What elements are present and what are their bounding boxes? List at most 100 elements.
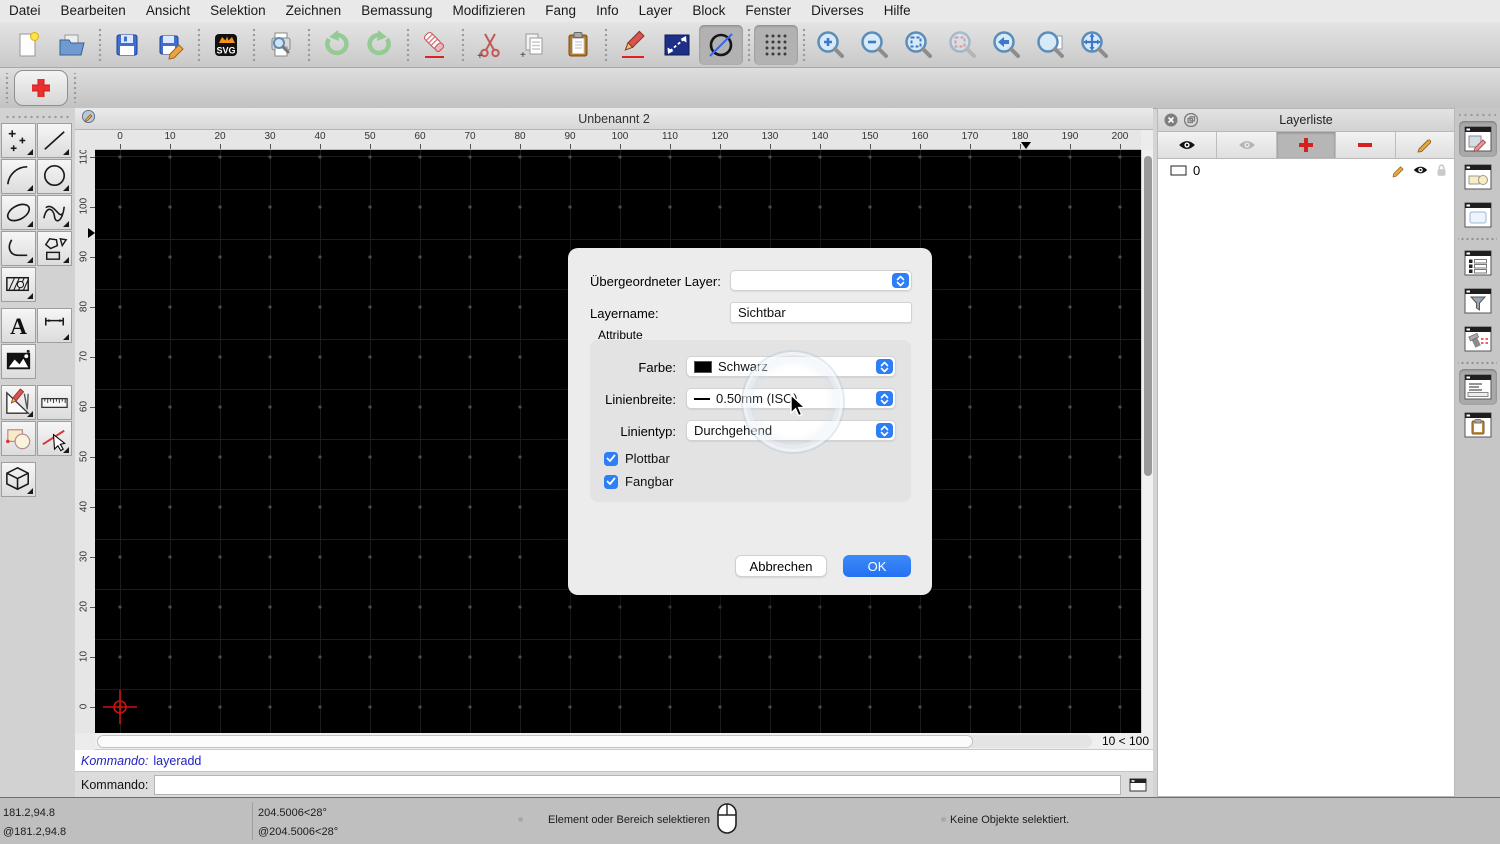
panel-detach-button[interactable] xyxy=(1184,113,1198,127)
menu-fenster[interactable]: Fenster xyxy=(735,0,801,22)
cancel-button[interactable]: Abbrechen xyxy=(735,555,827,577)
menu-hilfe[interactable]: Hilfe xyxy=(874,0,921,22)
hide-all-layers-button[interactable] xyxy=(1217,132,1277,158)
v-ruler-label: 30 xyxy=(78,550,90,563)
open-file-button[interactable] xyxy=(50,25,94,65)
save-as-icon xyxy=(159,35,184,60)
layer-row[interactable]: 0 xyxy=(1158,159,1454,181)
plottable-checkbox[interactable] xyxy=(604,451,618,466)
solid-tool-icon xyxy=(6,466,29,491)
add-layer-button[interactable] xyxy=(1276,132,1337,158)
ellipse-tool-button[interactable] xyxy=(1,195,36,230)
spline-tool-button[interactable] xyxy=(37,195,72,230)
zoom-window-button[interactable] xyxy=(1029,25,1073,65)
menu-diverses[interactable]: Diverses xyxy=(801,0,874,22)
parent-layer-dropdown[interactable] xyxy=(730,270,912,291)
menu-selektion[interactable]: Selektion xyxy=(200,0,276,22)
modify-tool-button[interactable] xyxy=(1,421,36,456)
vertical-scrollbar-thumb[interactable] xyxy=(1144,156,1152,476)
draw-tools-tool-button[interactable] xyxy=(1,385,36,420)
flashlight-panel-toggle[interactable] xyxy=(1459,321,1497,357)
menu-modifizieren[interactable]: Modifizieren xyxy=(443,0,536,22)
toolbar-drag-handle[interactable] xyxy=(71,73,79,103)
menu-block[interactable]: Block xyxy=(682,0,735,22)
snappable-checkbox-row[interactable]: Fangbar xyxy=(604,474,673,489)
command-line-panel-toggle[interactable] xyxy=(1458,369,1497,405)
clipboard-panel-toggle[interactable] xyxy=(1459,407,1497,443)
layer-lock-icon[interactable] xyxy=(1435,163,1448,177)
horizontal-scrollbar-track[interactable] xyxy=(97,734,1092,748)
arc-tool-button[interactable] xyxy=(1,159,36,194)
previous-view-button[interactable] xyxy=(985,25,1029,65)
save-button[interactable] xyxy=(105,25,149,65)
solid-tool-button[interactable] xyxy=(1,462,36,497)
new-file-button[interactable] xyxy=(6,25,50,65)
menu-datei[interactable]: Datei xyxy=(0,0,51,22)
layer-name-field[interactable]: Sichtbar xyxy=(730,302,912,323)
menu-ansicht[interactable]: Ansicht xyxy=(136,0,200,22)
snap-tool-button[interactable] xyxy=(37,421,72,456)
show-all-layers-button[interactable] xyxy=(1158,132,1218,158)
hatch-tool-button[interactable] xyxy=(1,267,36,302)
command-input[interactable] xyxy=(154,774,1121,795)
measure-distance-button[interactable] xyxy=(655,25,699,65)
copy-button[interactable]: + xyxy=(512,25,556,65)
layer-list-panel-toggle[interactable] xyxy=(1458,121,1497,157)
menu-info[interactable]: Info xyxy=(586,0,629,22)
menu-bearbeiten[interactable]: Bearbeiten xyxy=(51,0,136,22)
selection-status: Keine Objekte selektiert. xyxy=(950,814,1070,826)
redo-button[interactable] xyxy=(358,25,402,65)
print-preview-button[interactable] xyxy=(259,25,303,65)
svg-export-button[interactable]: SVG xyxy=(204,25,248,65)
document-title-bar[interactable]: Unbenannt 2 xyxy=(75,108,1153,130)
property-editor-panel-toggle[interactable] xyxy=(1459,245,1497,281)
snappable-checkbox[interactable] xyxy=(604,474,618,489)
image-tool-button[interactable] xyxy=(1,344,36,379)
text-tool-button[interactable]: A xyxy=(1,308,36,343)
polyline-tool-button[interactable] xyxy=(1,231,36,266)
panel-close-button[interactable] xyxy=(1164,113,1178,127)
restrict-angle-button[interactable] xyxy=(699,24,743,65)
zoom-out-icon xyxy=(861,30,888,58)
undo-button[interactable] xyxy=(314,25,358,65)
save-as-button[interactable] xyxy=(149,25,193,65)
remove-layer-button[interactable] xyxy=(1336,132,1396,158)
erase-button[interactable] xyxy=(413,25,457,65)
layer-edit-pencil-icon[interactable] xyxy=(1391,163,1406,178)
vertical-scrollbar[interactable] xyxy=(1141,150,1153,733)
paste-button[interactable] xyxy=(556,25,600,65)
block-list-panel-toggle[interactable] xyxy=(1459,159,1497,195)
point-tool-button[interactable] xyxy=(1,123,36,158)
plottable-checkbox-row[interactable]: Plottbar xyxy=(604,451,670,466)
menu-layer[interactable]: Layer xyxy=(629,0,683,22)
shape-tool-button[interactable] xyxy=(37,231,72,266)
horizontal-scrollbar[interactable]: 10 < 100 xyxy=(95,733,1153,750)
grid-toggle-button[interactable] xyxy=(754,24,798,65)
menu-zeichnen[interactable]: Zeichnen xyxy=(276,0,352,22)
ok-button[interactable]: OK xyxy=(843,555,911,577)
crosshair-plus-button[interactable] xyxy=(14,70,68,106)
menu-fang[interactable]: Fang xyxy=(535,0,586,22)
line-tool-button[interactable] xyxy=(37,123,72,158)
layer-visible-eye-icon[interactable] xyxy=(1412,164,1429,176)
command-popup-button[interactable] xyxy=(1127,776,1149,794)
view-list-panel-toggle[interactable] xyxy=(1459,197,1497,233)
dimension-tool-button[interactable] xyxy=(37,308,72,343)
main-toolbar: SVG + + xyxy=(0,22,1500,68)
strip-drag-handle[interactable] xyxy=(1459,111,1496,118)
horizontal-scrollbar-thumb[interactable] xyxy=(97,734,973,748)
toolbar-drag-handle[interactable] xyxy=(3,73,11,103)
menu-bemassung[interactable]: Bemassung xyxy=(351,0,442,22)
pan-button[interactable] xyxy=(1073,25,1117,65)
zoom-selection-button[interactable] xyxy=(941,25,985,65)
zoom-in-button[interactable] xyxy=(809,25,853,65)
circle-tool-button[interactable] xyxy=(37,159,72,194)
palette-drag-handle[interactable] xyxy=(4,113,71,120)
auto-zoom-button[interactable] xyxy=(897,25,941,65)
selection-filter-panel-toggle[interactable] xyxy=(1459,283,1497,319)
measure-tool-button[interactable] xyxy=(37,385,72,420)
edit-layer-button[interactable] xyxy=(1396,132,1454,158)
cut-button[interactable]: + xyxy=(468,25,512,65)
zoom-out-button[interactable] xyxy=(853,25,897,65)
draw-pencil-button[interactable] xyxy=(611,25,655,65)
